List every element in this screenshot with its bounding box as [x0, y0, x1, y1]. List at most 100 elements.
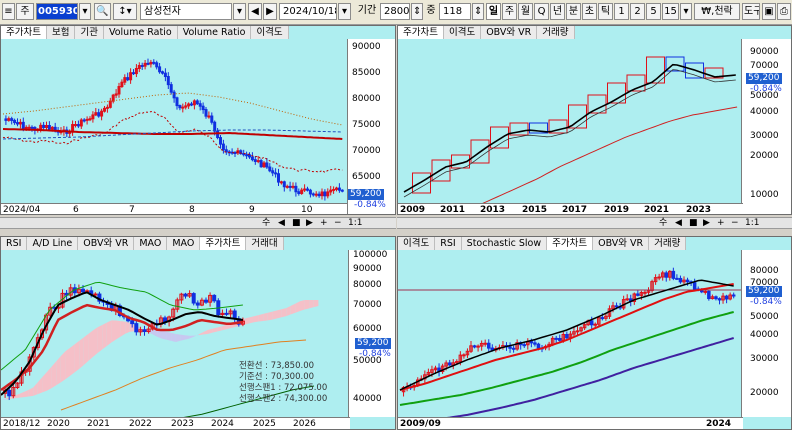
stop-button[interactable]: ■	[689, 218, 698, 228]
ichimoku-cloud	[254, 315, 259, 323]
save-icon[interactable]: ▣	[762, 3, 776, 20]
freq-button-5[interactable]: 5	[646, 3, 661, 20]
x-tick: 10	[301, 205, 313, 215]
tab-obv-vr[interactable]: OBV와 VR	[78, 237, 135, 250]
pane-tabs: 주가차트 이격도 OBV와 VR 거래량	[398, 26, 575, 39]
toggle-button[interactable]: 수	[262, 218, 270, 228]
chart-pane-yearly[interactable]: 주가차트 이격도 OBV와 VR 거래량 90000 70000 50000 4…	[397, 25, 792, 215]
yearly-chart-svg	[403, 56, 738, 214]
sort-icon[interactable]: ↕▾	[113, 3, 137, 20]
tenkan-line	[1, 291, 244, 396]
ichimoku-cloud	[102, 322, 107, 350]
tab-ad-line[interactable]: A/D Line	[27, 237, 79, 250]
tab-volume-ratio-2[interactable]: Volume Ratio	[177, 26, 252, 39]
prev-date-button[interactable]: ◀	[248, 3, 262, 20]
tab-volume[interactable]: 거래량	[649, 237, 687, 250]
y-tick: 30000	[750, 354, 779, 364]
tab-disparity[interactable]: 이격도	[398, 237, 436, 250]
next-date-button[interactable]: ▶	[263, 3, 277, 20]
candle-body	[117, 86, 121, 95]
tab-mao[interactable]: MAO	[134, 237, 168, 250]
tab-trading-value[interactable]: 거래대	[246, 237, 284, 250]
scroll-left-button[interactable]: ◀	[278, 218, 285, 228]
monthly-candle-body	[675, 277, 679, 280]
freq-button-week[interactable]: 주	[502, 3, 517, 20]
weekly-candle-body	[81, 288, 85, 293]
tab-disparity[interactable]: 이격도	[251, 26, 289, 39]
tab-volume[interactable]: 거래량	[537, 26, 575, 39]
tools-button[interactable]: 도구	[742, 3, 760, 20]
period-input[interactable]: 2800	[380, 3, 410, 20]
reset-zoom-button[interactable]: 1:1	[745, 218, 759, 228]
name-dropdown-icon[interactable]: ▾	[233, 3, 246, 20]
mode-select[interactable]: 주	[16, 3, 34, 20]
scroll-left-button[interactable]: ◀	[675, 218, 682, 228]
tab-price-chart[interactable]: 주가차트	[200, 237, 247, 250]
tab-obv-vr[interactable]: OBV와 VR	[593, 237, 650, 250]
ichimoku-cloud	[212, 327, 218, 333]
monthly-candle-body	[508, 346, 512, 349]
freq-button-month[interactable]: 월	[518, 3, 533, 20]
stock-code-input[interactable]: 005930	[36, 3, 78, 20]
y-tick: 80000	[353, 280, 382, 290]
ichimoku-cloud	[203, 329, 208, 335]
ichimoku-cloud	[263, 312, 268, 321]
freq-button-day[interactable]: 일	[486, 3, 501, 20]
date-input[interactable]: 2024/10/18	[279, 3, 337, 20]
search-icon[interactable]: 🔍	[94, 3, 111, 20]
reset-zoom-button[interactable]: 1:1	[348, 218, 362, 228]
scroll-right-button[interactable]: ▶	[703, 218, 710, 228]
zoom-stepper[interactable]: ⇕	[472, 3, 484, 20]
period-stepper[interactable]: ⇕	[411, 3, 423, 20]
tab-obv-vr[interactable]: OBV와 VR	[481, 26, 538, 39]
calendar-dropdown-icon[interactable]: ▾	[338, 3, 351, 20]
tab-disparity[interactable]: 이격도	[443, 26, 482, 39]
freq-button-2[interactable]: 2	[630, 3, 645, 20]
scroll-right-button[interactable]: ▶	[306, 218, 313, 228]
tab-rsi[interactable]: RSI	[435, 237, 462, 250]
stock-name-input[interactable]: 삼성전자	[140, 3, 232, 20]
freq-button-minute[interactable]: 분	[566, 3, 581, 20]
y-tick: 60000	[353, 324, 382, 334]
freq-dropdown-icon[interactable]: ▾	[680, 3, 692, 20]
zoom-out-button[interactable]: −	[731, 218, 739, 228]
freq-button-year[interactable]: 년	[550, 3, 565, 20]
chart-pane-ichimoku[interactable]: RSI A/D Line OBV와 VR MAO MAO 주가차트 거래대 전환…	[0, 236, 396, 430]
x-tick: 2022	[129, 419, 152, 429]
print-icon[interactable]: ⎙	[777, 3, 791, 20]
ichimoku-cloud	[198, 331, 204, 336]
candle-body	[250, 156, 254, 161]
monthly-candle-body	[614, 305, 619, 308]
tab-mao-2[interactable]: MAO	[167, 237, 201, 250]
tab-institution[interactable]: 기관	[75, 26, 104, 39]
code-dropdown-icon[interactable]: ▾	[79, 3, 91, 20]
stop-button[interactable]: ■	[292, 218, 301, 228]
zoom-input[interactable]: 118	[439, 3, 471, 20]
candle-body	[21, 121, 25, 129]
zoom-in-button[interactable]: +	[320, 218, 328, 228]
chart-pane-monthly[interactable]: 이격도 RSI Stochastic Slow 주가차트 OBV와 VR 거래량…	[397, 236, 792, 430]
candle-body	[105, 106, 109, 109]
y-tick: 90000	[750, 47, 779, 57]
freq-button-second[interactable]: 초	[582, 3, 597, 20]
currency-button[interactable]: ₩,천락	[694, 3, 740, 20]
tab-price-chart[interactable]: 주가차트	[1, 26, 47, 39]
tab-rsi[interactable]: RSI	[1, 237, 28, 250]
candle-body	[143, 62, 147, 67]
tab-insurance[interactable]: 보험	[46, 26, 76, 39]
zoom-in-button[interactable]: +	[717, 218, 725, 228]
freq-button-tick[interactable]: 틱	[598, 3, 613, 20]
menu-icon[interactable]: ≡	[2, 3, 15, 20]
freq-button-15[interactable]: 15	[662, 3, 679, 20]
tab-price-chart[interactable]: 주가차트	[398, 26, 444, 39]
tab-volume-ratio[interactable]: Volume Ratio	[103, 26, 178, 39]
candle-body	[27, 126, 31, 129]
tab-price-chart[interactable]: 주가차트	[547, 237, 594, 250]
chart-pane-daily[interactable]: 주가차트 보험 기관 Volume Ratio Volume Ratio 이격도…	[0, 25, 396, 215]
tab-stochastic-slow[interactable]: Stochastic Slow	[461, 237, 548, 250]
candle-body	[4, 118, 8, 121]
freq-button-1[interactable]: 1	[614, 3, 629, 20]
freq-button-quarter[interactable]: Q	[534, 3, 549, 20]
toggle-button[interactable]: 수	[659, 218, 667, 228]
zoom-out-button[interactable]: −	[334, 218, 342, 228]
